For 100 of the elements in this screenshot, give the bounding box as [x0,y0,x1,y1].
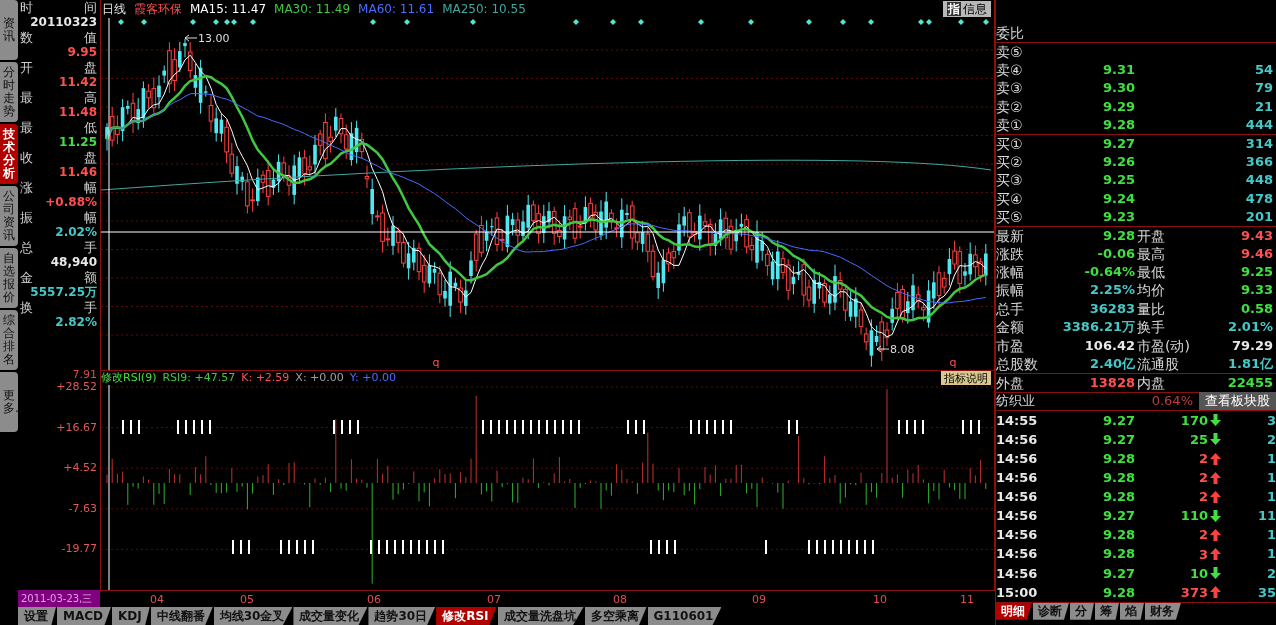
stat-label: 涨跌 [996,244,1025,264]
stat-label: 振幅 [996,281,1025,300]
info-label: 时 [20,0,33,15]
info-label: 总 [20,240,33,255]
panel-tab[interactable]: 筹 [1095,602,1119,620]
panel-tab[interactable]: 焰 [1120,602,1144,620]
trade-price: 9.28 [1101,450,1135,468]
stat-label: 量比 [1136,299,1166,319]
info-label: 收 [20,150,33,165]
stat-value: 36283 [1088,299,1135,318]
indicator-tab[interactable]: 均线30金叉 [213,607,293,625]
side-tab[interactable]: 自选报价 [0,248,18,308]
stat-value: 9.46 [1239,244,1274,263]
stat-label: 开盘 [1136,227,1166,246]
month-label: 05 [240,593,254,606]
order-label: 卖① [996,115,1024,135]
trade-price: 9.27 [1101,430,1135,449]
indicator-tab[interactable]: G110601 [647,607,722,625]
side-tab[interactable]: 分时走势 [0,62,18,122]
info-button[interactable]: 指 信息 [943,1,991,17]
trade-time: 14:56 [996,469,1039,488]
info-value: 11.42 [58,75,97,90]
month-label: 08 [613,593,627,606]
indicator-value: K: +2.59 [241,371,290,385]
trade-count: 1 [1265,469,1276,488]
stock-name: 霞客环保 [134,1,182,17]
order-label: 买① [996,135,1024,154]
panel-tab[interactable]: 明细 [996,602,1032,620]
trade-time: 14:56 [996,526,1039,545]
indicator-tab[interactable]: 修改RSI [436,607,497,625]
side-tab[interactable]: 综合排名 [0,310,18,370]
indicator-tab[interactable]: 中线翻番 [150,607,213,625]
indicator-help-button[interactable]: 指标说明 [941,371,991,385]
trade-price: 9.27 [1101,507,1135,526]
side-tab[interactable]: 公司资讯 [0,186,18,246]
info-value: 11.46 [58,165,97,180]
stat-value: 9.25 [1239,263,1274,282]
indicator-tab[interactable]: 趋势30日 [368,607,436,625]
info-value: 2.82% [54,315,97,330]
order-label: 买③ [996,171,1024,190]
trade-time: 14:56 [996,545,1039,564]
info-value: 11.25 [58,135,97,150]
trade-price: 9.28 [1101,469,1135,488]
info-label: 幅 [84,210,97,225]
order-label: 委比 [996,24,1025,43]
stat-label: 外盘 [996,374,1025,393]
trade-price: 9.28 [1101,583,1135,602]
order-volume: 448 [1244,171,1274,190]
info-label: 盘 [84,150,97,165]
indicator-tab[interactable]: 成交量洗盘坑 [497,607,584,625]
info-label: 高 [84,90,97,105]
side-tab[interactable]: 技术分析 [0,124,18,184]
side-tab[interactable]: 资讯 [0,0,18,60]
stat-label: 涨幅 [996,263,1025,282]
indicator-tab[interactable]: 成交量变化 [293,607,368,625]
indicator-tab[interactable]: MACD [57,607,111,625]
trade-volume: 2 [1198,469,1208,488]
indicator-tab[interactable]: 设置 [18,607,56,625]
order-volume: 54 [1253,60,1274,79]
info-label: 最 [20,120,33,135]
order-volume: 314 [1244,135,1274,154]
info-label: 数 [20,30,33,45]
month-label: 10 [873,593,887,606]
stat-label: 市盈 [996,336,1025,356]
ma-value: MA250: 10.55 [442,1,526,17]
info-value: 5557.25万 [29,285,97,300]
view-sector-button[interactable]: 查看板块股 [1199,392,1276,411]
axis-label: 7.91 [71,367,97,380]
info-value: +0.88% [44,195,97,210]
order-volume: 21 [1253,97,1274,116]
stat-label: 流通股 [1136,355,1180,374]
order-price: 9.26 [1101,152,1135,171]
info-label: 盘 [84,60,97,75]
indicator-tab[interactable]: 多空乘离 [584,607,647,625]
order-volume: 444 [1244,115,1274,134]
chart-marker: q [949,356,957,369]
leader-arrow [184,34,198,42]
trade-count: 1 [1265,450,1276,468]
cursor-date-label: 2011-03-23,三 [18,590,100,607]
panel-tab[interactable]: 财务 [1145,602,1181,620]
leader-arrow [876,345,890,353]
trade-time: 14:56 [996,507,1039,526]
order-label: 买④ [996,189,1024,208]
stat-value: 13828 [1088,374,1135,393]
stat-label: 最新 [996,227,1025,246]
info-label: 手 [84,300,97,315]
indicator-tab[interactable]: KDJ [112,607,150,625]
order-price: 9.28 [1101,115,1135,134]
stat-value: -0.64% [1083,263,1135,282]
stat-label: 总股数 [996,355,1039,374]
trade-volume: 373 [1180,583,1208,602]
indicator-value: X: +0.00 [295,371,344,385]
panel-tab[interactable]: 分 [1070,602,1094,620]
month-label: 04 [150,593,164,606]
trade-volume: 25 [1189,430,1208,449]
panel-tab[interactable]: 诊断 [1033,602,1069,620]
trade-count: 2 [1265,430,1276,449]
order-label: 买② [996,152,1024,172]
trade-time: 14:55 [996,411,1039,430]
stat-value: 9.43 [1239,227,1274,246]
